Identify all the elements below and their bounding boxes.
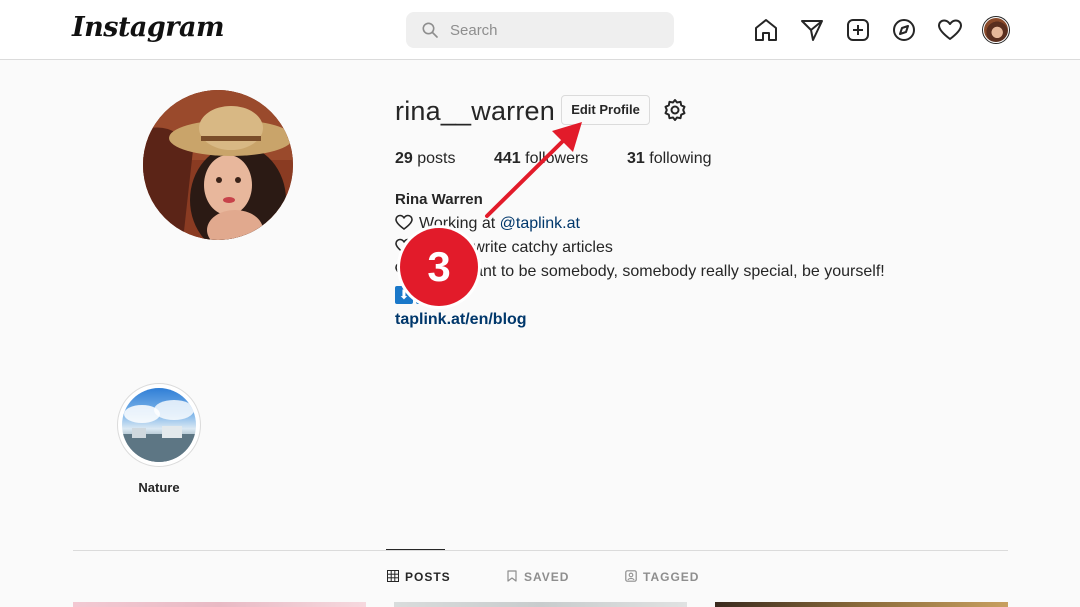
edit-profile-button[interactable]: Edit Profile [561, 95, 650, 125]
search-placeholder: Search [450, 22, 498, 39]
posts-label: posts [417, 150, 456, 167]
active-tab-indicator [386, 549, 445, 550]
profile-picture[interactable] [143, 90, 293, 240]
tab-saved-label: SAVED [524, 570, 570, 584]
following-stat[interactable]: 31 following [627, 150, 712, 168]
followers-stat[interactable]: 441 followers [494, 150, 588, 168]
search-input[interactable]: Search [406, 12, 674, 48]
heart-icon [395, 214, 413, 230]
profile-full-name: Rina Warren [395, 191, 483, 208]
tab-posts[interactable]: POSTS [387, 570, 451, 584]
highlight-label: Nature [138, 480, 180, 495]
profile-avatar[interactable] [982, 16, 1010, 44]
tabs-divider [73, 550, 1008, 551]
annotation-arrow [485, 122, 582, 218]
tab-saved[interactable]: SAVED [506, 570, 569, 584]
posts-stat: 29 posts [395, 150, 456, 168]
post-thumbnail[interactable] [394, 602, 687, 607]
bio-line-3-text: If you want to be somebody, somebody rea… [419, 263, 885, 280]
home-icon[interactable] [752, 16, 780, 44]
followers-label: followers [525, 150, 589, 167]
tab-tagged[interactable]: TAGGED [625, 570, 699, 584]
activity-heart-icon[interactable] [936, 16, 964, 44]
tagged-user-icon [625, 570, 637, 582]
top-navigation-bar: Instagram Search [0, 0, 1080, 60]
step-number-badge: 3 [400, 228, 478, 306]
explore-icon[interactable] [890, 16, 918, 44]
post-thumbnail[interactable] [715, 602, 1008, 607]
direct-message-icon[interactable] [798, 16, 826, 44]
profile-avatar-image [984, 18, 1008, 42]
settings-gear-icon[interactable] [663, 98, 687, 122]
post-thumbnail[interactable] [73, 602, 366, 607]
new-post-icon[interactable] [844, 16, 872, 44]
profile-username: rina__warren [395, 96, 555, 126]
bio-mention-link[interactable]: @taplink.at [500, 215, 580, 232]
search-icon [422, 22, 438, 38]
followers-count: 441 [494, 150, 521, 167]
following-label: following [649, 150, 712, 167]
profile-website-link[interactable]: taplink.at/en/blog [395, 311, 527, 329]
story-highlight-nature[interactable] [117, 383, 201, 467]
posts-count: 29 [395, 150, 413, 167]
instagram-logo[interactable]: Instagram [72, 12, 225, 43]
profile-picture-image [143, 90, 293, 240]
tab-tagged-label: TAGGED [643, 570, 700, 584]
following-count: 31 [627, 150, 645, 167]
highlight-cover-image [122, 388, 196, 462]
grid-icon [387, 570, 399, 582]
tab-posts-label: POSTS [405, 570, 451, 584]
bookmark-icon [507, 570, 517, 582]
